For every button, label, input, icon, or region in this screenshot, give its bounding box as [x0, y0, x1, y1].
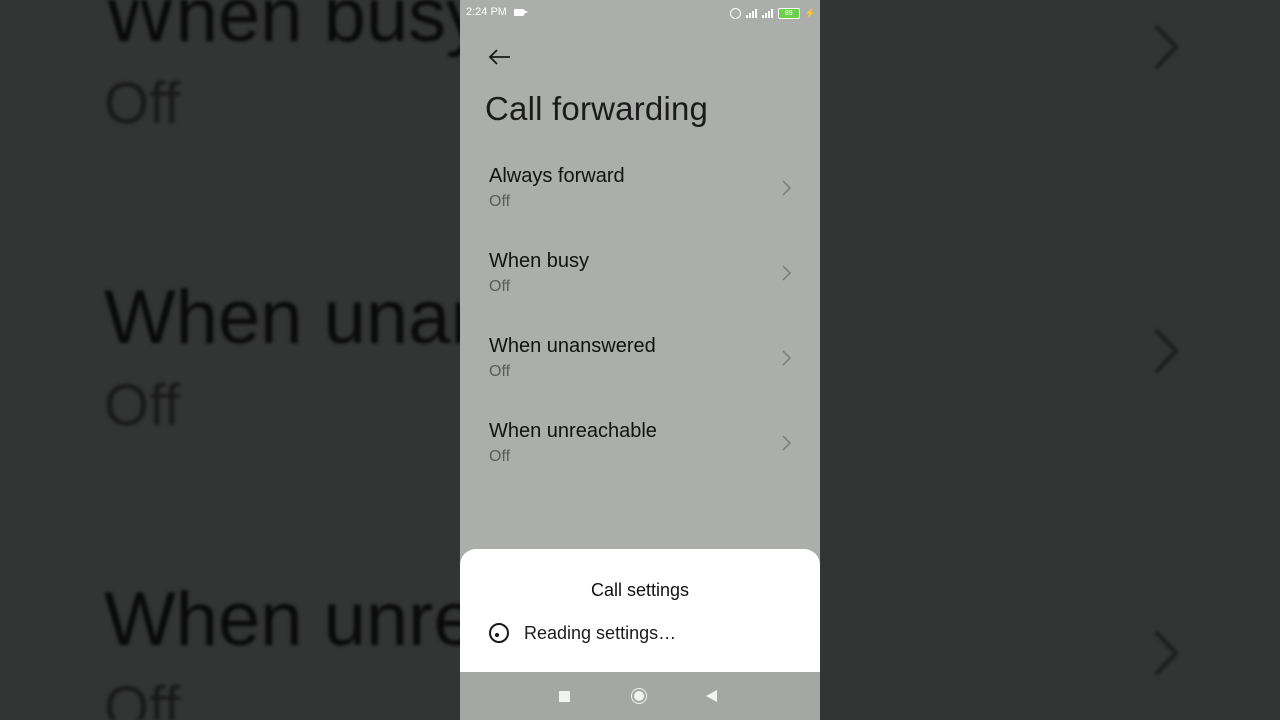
- option-status: Off: [489, 278, 511, 295]
- bg-chevron-right-icon: [1154, 630, 1179, 676]
- option-status: Off: [489, 193, 511, 210]
- bg-item-title: When busy: [104, 0, 485, 58]
- recent-apps-icon[interactable]: [559, 691, 570, 702]
- chevron-right-icon: [782, 180, 792, 196]
- alarm-icon: [729, 7, 741, 19]
- bg-item-status: Off: [104, 675, 181, 720]
- bg-item-status: Off: [104, 71, 181, 136]
- page-title: Call forwarding: [485, 90, 709, 127]
- signal-icon: [761, 8, 773, 18]
- option-title: When busy: [489, 250, 590, 272]
- back-arrow-icon[interactable]: [486, 42, 516, 72]
- option-when-busy[interactable]: When busy Off: [460, 250, 820, 330]
- status-icons: 89 ⚡: [729, 6, 816, 20]
- chevron-right-icon: [782, 265, 792, 281]
- option-always-forward[interactable]: Always forward Off: [460, 165, 820, 245]
- option-status: Off: [489, 448, 511, 465]
- dialog-message: Reading settings…: [524, 623, 677, 643]
- charging-bolt-icon: ⚡: [804, 7, 816, 18]
- chevron-right-icon: [782, 350, 792, 366]
- video-camera-icon: [514, 9, 528, 16]
- bg-chevron-right-icon: [1154, 328, 1179, 374]
- phone-screen: 2:24 PM 89 ⚡ Call forwarding Always forw…: [460, 0, 820, 720]
- back-icon[interactable]: [706, 690, 717, 702]
- status-time: 2:24 PM: [466, 6, 507, 18]
- status-bar: 2:24 PM 89 ⚡: [460, 0, 820, 28]
- option-title: Always forward: [489, 165, 625, 187]
- bg-item-status: Off: [104, 373, 181, 438]
- option-status: Off: [489, 363, 511, 380]
- dialog-title: Call settings: [590, 580, 690, 600]
- option-title: When unanswered: [489, 335, 656, 357]
- bg-chevron-right-icon: [1154, 24, 1179, 70]
- option-when-unanswered[interactable]: When unanswered Off: [460, 335, 820, 415]
- option-when-unreachable[interactable]: When unreachable Off: [460, 420, 820, 500]
- home-icon[interactable]: [631, 688, 647, 704]
- battery-icon: 89: [777, 7, 800, 19]
- option-title: When unreachable: [489, 420, 657, 442]
- chevron-right-icon: [782, 435, 792, 451]
- navigation-bar: [460, 672, 820, 720]
- progress-dialog: Call settings Reading settings…: [460, 549, 820, 672]
- signal-icon: [745, 8, 757, 18]
- loading-spinner-icon: [489, 623, 509, 643]
